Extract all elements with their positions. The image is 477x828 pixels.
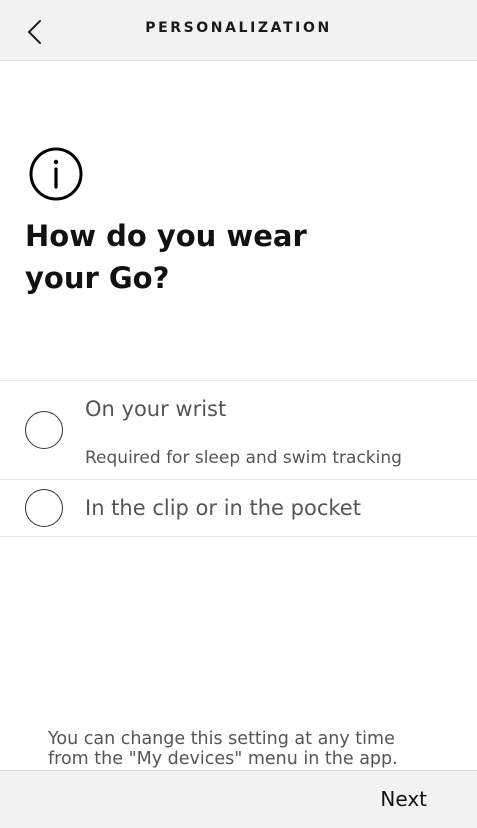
option-sublabel-wrist: Required for sleep and swim tracking xyxy=(85,448,402,468)
page-title: PERSONALIZATION xyxy=(145,20,332,36)
settings-note-line-2: from the "My devices" menu in the app. xyxy=(48,749,398,769)
question-line-2: your Go? xyxy=(25,261,170,295)
option-wrist[interactable]: On your wrist Required for sleep and swi… xyxy=(0,381,477,479)
header-bar: PERSONALIZATION xyxy=(0,0,477,61)
radio-button-wrist[interactable] xyxy=(25,411,63,449)
question-line-1: How do you wear xyxy=(25,219,307,253)
settings-note-line-1: You can change this setting at any time xyxy=(48,729,395,749)
next-button[interactable]: Next xyxy=(380,787,427,811)
radio-button-clip-pocket[interactable] xyxy=(25,489,63,527)
question-heading: How do you wear your Go? xyxy=(25,215,325,299)
option-label-clip-pocket: In the clip or in the pocket xyxy=(85,496,361,520)
info-icon xyxy=(29,147,83,201)
settings-note: You can change this setting at any time … xyxy=(48,729,448,769)
option-label-wrist: On your wrist xyxy=(85,397,227,421)
divider xyxy=(0,536,477,537)
option-clip-pocket[interactable]: In the clip or in the pocket xyxy=(0,480,477,536)
bottom-bar: Next xyxy=(0,770,477,828)
